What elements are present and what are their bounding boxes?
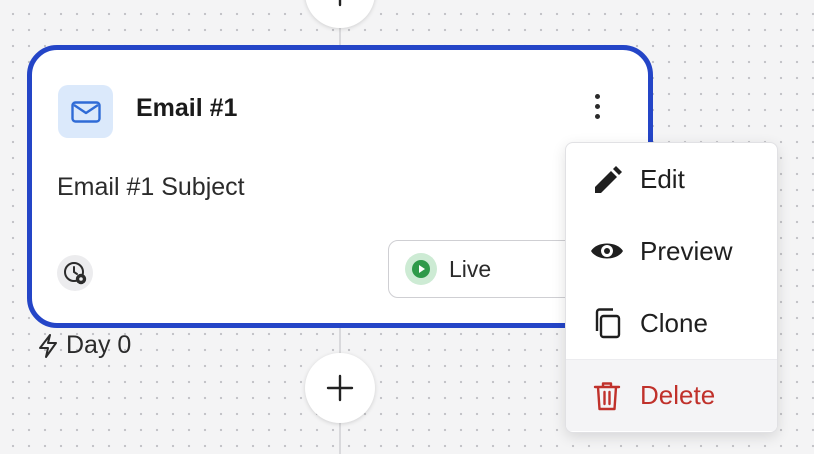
play-icon (412, 260, 430, 278)
trigger-day-label: Day 0 (36, 331, 131, 360)
menu-item-delete[interactable]: Delete (566, 359, 777, 431)
menu-item-preview[interactable]: Preview (566, 215, 777, 287)
menu-item-delete-label: Delete (640, 380, 716, 410)
status-label: Live (449, 255, 492, 282)
status-badge[interactable]: Live (388, 240, 588, 298)
more-options-button[interactable] (585, 88, 609, 124)
menu-item-edit[interactable]: Edit (566, 143, 777, 215)
pencil-icon (590, 162, 624, 196)
add-step-button-bottom[interactable] (305, 353, 375, 423)
schedule-settings-button[interactable] (57, 255, 93, 291)
copy-icon (590, 306, 624, 340)
lightning-icon (39, 333, 57, 358)
clock-gear-icon (64, 262, 87, 285)
trigger-day-text: Day 0 (66, 331, 132, 359)
trash-icon (590, 379, 624, 413)
plus-icon (326, 374, 354, 402)
email-subject: Email #1 Subject (57, 173, 245, 201)
envelope-icon (70, 100, 101, 123)
eye-icon (590, 234, 624, 268)
kebab-icon (594, 93, 600, 99)
email-icon-badge (58, 85, 113, 138)
card-title: Email #1 (136, 94, 238, 122)
menu-item-clone[interactable]: Clone (566, 287, 777, 359)
plus-icon (338, 0, 342, 7)
add-step-button-top[interactable] (305, 0, 375, 28)
menu-item-clone-label: Clone (640, 307, 708, 338)
live-status-indicator (405, 253, 437, 285)
card-context-menu: Edit Preview Clone Delete (565, 142, 778, 433)
email-step-card[interactable]: Email #1 Email #1 Subject Live (27, 45, 653, 328)
menu-item-preview-label: Preview (640, 235, 733, 266)
menu-item-edit-label: Edit (640, 163, 685, 194)
